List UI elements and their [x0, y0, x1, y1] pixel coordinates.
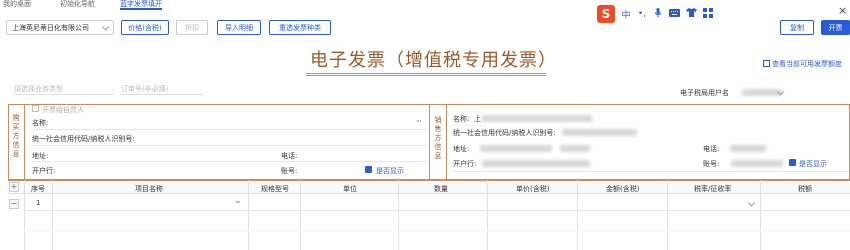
import-button-label: 导入明细 — [225, 23, 253, 32]
title-underline-2 — [306, 75, 546, 76]
natural-person-checkbox[interactable] — [32, 105, 39, 112]
discount-button-label: 折扣 — [185, 23, 199, 32]
buyer-section-label: 购买方信息 — [12, 114, 20, 158]
seller-name-value — [482, 115, 592, 122]
seller-tax-id-value — [562, 129, 637, 136]
seller-section-label: 销售方信息 — [434, 116, 442, 160]
col-divider — [300, 180, 301, 250]
col-header-item-name: 项目名称 — [135, 185, 163, 193]
sogou-logo-icon[interactable]: S — [597, 5, 615, 23]
col-header-spec: 规格型号 — [261, 185, 289, 193]
seller-address-label: 地址: — [453, 145, 470, 153]
col-divider — [487, 180, 488, 250]
chevron-down-icon[interactable] — [747, 199, 756, 207]
copy-button[interactable]: 复制 — [780, 20, 814, 35]
order-no-underline — [121, 94, 203, 95]
buyer-name-more-icon[interactable]: ··· — [416, 117, 422, 126]
skin-icon[interactable] — [686, 8, 697, 20]
natural-person-label: 开票给自然人 — [42, 106, 84, 114]
seller-address-value — [480, 145, 552, 152]
buyer-account-label: 账号: — [281, 167, 298, 175]
col-divider — [577, 180, 578, 250]
close-icon[interactable]: × — [838, 4, 847, 17]
invoice-title: 电子发票（增值税专用发票） — [310, 50, 557, 71]
ime-punctuation-icon[interactable]: •, — [637, 9, 647, 19]
seller-account-label: 账号: — [703, 160, 720, 168]
reselect-invoice-type-button[interactable]: 重选发票种类 — [269, 20, 331, 35]
company-select[interactable]: 上海英尼蒂日化有限公司 — [6, 20, 114, 35]
seller-phone-value — [730, 145, 766, 152]
order-no-input[interactable]: 订单号(非必填) — [121, 84, 168, 94]
business-type-select[interactable]: 请选择业务类型 — [14, 84, 63, 94]
buyer-show-label: 是否显示 — [376, 167, 404, 175]
issue-button-label: 开票 — [828, 23, 843, 32]
tab-init-nav[interactable]: 初始化导航 — [60, 0, 95, 10]
business-type-underline — [14, 94, 114, 95]
ime-chinese-mode[interactable]: 中 — [621, 8, 631, 21]
row-2-line — [24, 230, 850, 231]
tax-user-label: 电子税局用户名 — [680, 89, 729, 97]
row-1-index: 1 — [36, 199, 41, 207]
seller-address-value-2 — [560, 145, 590, 152]
col-header-index: 序号 — [31, 185, 45, 193]
col-divider — [398, 180, 399, 250]
col-header-quantity: 数量 — [434, 185, 448, 193]
buyer-name-line — [32, 129, 428, 130]
buyer-divider — [24, 104, 25, 180]
row-1-bottom-line — [24, 210, 850, 211]
import-details-button[interactable]: 导入明细 — [217, 20, 261, 35]
buyer-address-line — [32, 161, 428, 162]
middle-divider — [429, 104, 430, 180]
buyer-address-label: 地址: — [32, 152, 49, 160]
price-button-label: 价格(含税) — [128, 23, 162, 32]
col-divider — [667, 180, 668, 250]
buyer-bank-label: 开户行: — [32, 167, 56, 175]
col-divider — [52, 180, 53, 250]
view-quota-link[interactable]: 查看当前可用发票额度 — [763, 59, 842, 69]
col-header-tax-amount: 税额 — [798, 185, 812, 193]
view-quota-label: 查看当前可用发票额度 — [772, 60, 842, 68]
seller-phone-label: 电话: — [703, 145, 720, 153]
copy-button-label: 复制 — [790, 23, 804, 32]
document-icon — [763, 60, 770, 67]
title-underline — [306, 73, 546, 74]
buyer-tax-id-line — [32, 145, 428, 146]
microphone-icon[interactable] — [653, 7, 663, 21]
remove-row-button[interactable]: − — [9, 199, 19, 209]
col-header-amount: 金额(含税) — [606, 185, 640, 193]
tax-user-value[interactable] — [742, 89, 782, 96]
seller-name-prefix: 上 — [474, 115, 481, 123]
price-incl-tax-button[interactable]: 价格(含税) — [121, 20, 169, 35]
keyboard-icon[interactable] — [669, 8, 680, 20]
seller-bank-line — [453, 171, 849, 172]
seller-account-value — [731, 160, 783, 167]
seller-show-label: 是否显示 — [799, 160, 827, 168]
col-header-tax-rate: 税率/征收率 — [694, 185, 732, 193]
col-divider — [760, 180, 761, 250]
col-divider — [248, 180, 249, 250]
seller-tax-id-label: 统一社会信用代码/纳税人识别号: — [453, 129, 556, 137]
add-row-button[interactable]: + — [9, 182, 19, 192]
seller-bank-label: 开户行: — [453, 160, 477, 168]
seller-divider — [446, 104, 447, 180]
company-select-value: 上海英尼蒂日化有限公司 — [12, 23, 89, 32]
reselect-button-label: 重选发票种类 — [279, 23, 321, 32]
seller-show-checkbox[interactable] — [789, 159, 796, 166]
buyer-phone-label: 电话: — [281, 152, 298, 160]
buyer-show-checkbox[interactable] — [365, 166, 372, 173]
tab-desktop[interactable]: 我的桌面 — [3, 0, 31, 10]
buyer-name-label: 名称: — [32, 119, 49, 127]
col-header-unit: 单位 — [343, 185, 357, 193]
buyer-tax-id-label: 统一社会信用代码/纳税人识别号: — [32, 135, 135, 143]
item-name-more-icon[interactable]: ··· — [235, 198, 241, 207]
discount-button[interactable]: 折扣 — [176, 20, 208, 35]
issue-invoice-button[interactable]: 开票 — [821, 20, 850, 35]
tab-blue-invoice[interactable]: 蓝字发票填开 — [120, 0, 162, 10]
col-header-unit-price: 单价(含税) — [516, 185, 550, 193]
col-divider — [24, 180, 25, 250]
chevron-down-icon — [101, 22, 110, 31]
seller-name-label: 名称: — [453, 115, 470, 123]
toolbox-icon[interactable] — [703, 7, 713, 21]
seller-bank-value — [482, 160, 590, 167]
